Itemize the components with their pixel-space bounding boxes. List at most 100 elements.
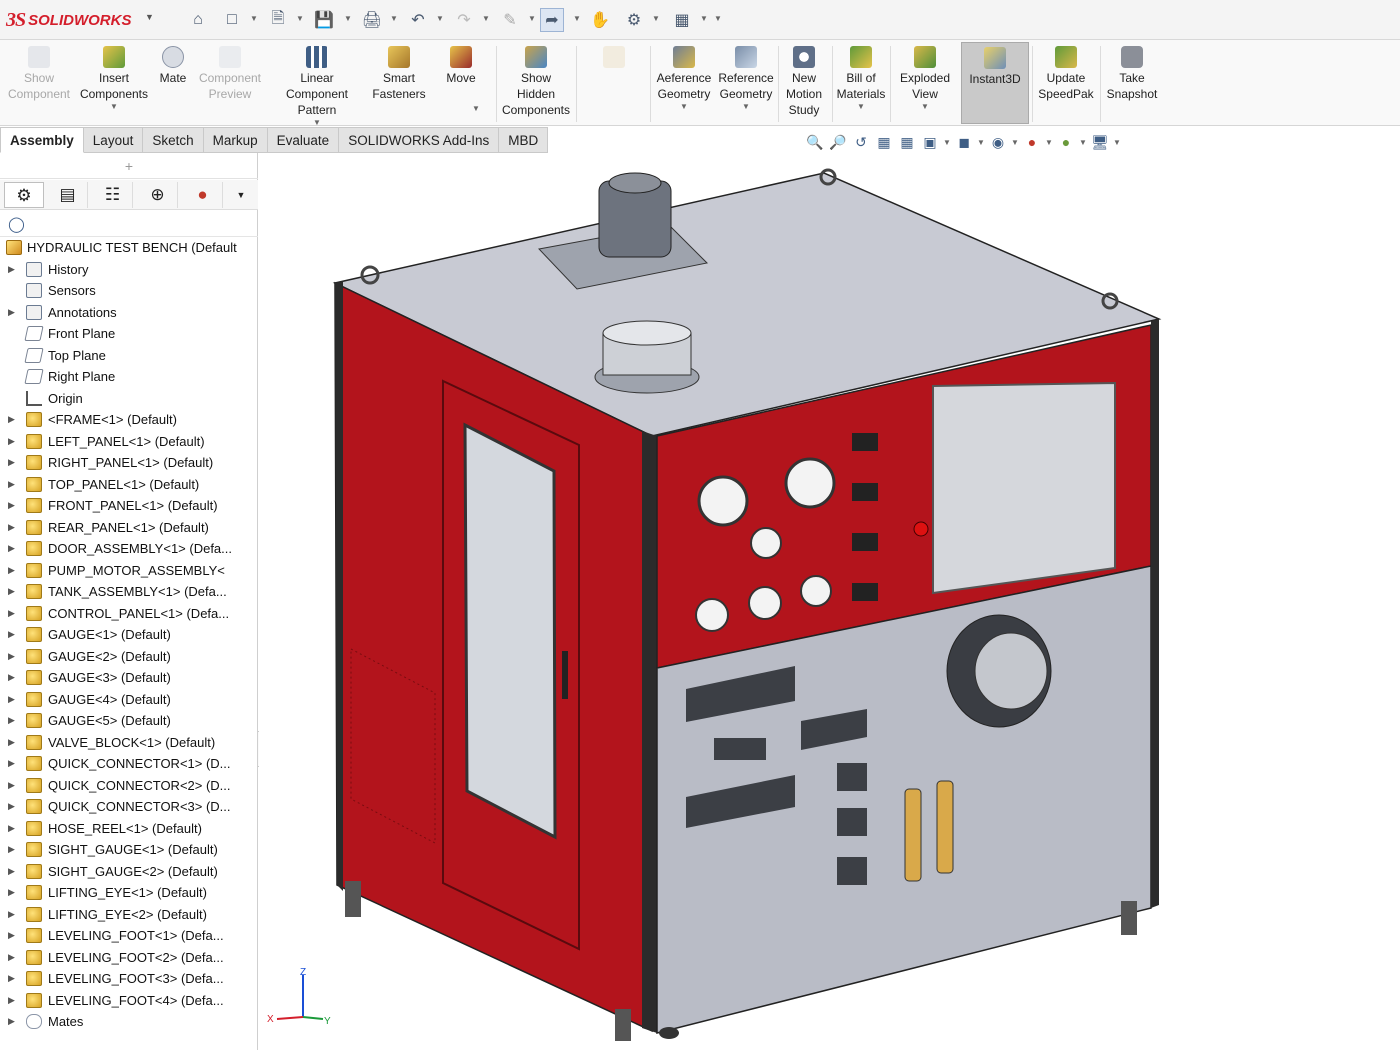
expand-arrow-icon[interactable]: ▶ bbox=[8, 839, 15, 860]
tree-item[interactable]: Origin bbox=[0, 388, 258, 409]
expand-arrow-icon[interactable]: ▶ bbox=[8, 452, 15, 473]
undo-icon[interactable]: ↶ bbox=[406, 8, 430, 32]
tabs-overflow-icon[interactable]: ▼ bbox=[228, 182, 254, 208]
edit-appearance-icon[interactable]: ● bbox=[1022, 133, 1042, 151]
property-manager-tab-icon[interactable]: ▤ bbox=[48, 182, 88, 208]
view-settings-dropdown-icon[interactable]: ▼ bbox=[1113, 138, 1121, 147]
tree-item[interactable]: ▶ QUICK_CONNECTOR<2> (D... bbox=[0, 775, 258, 796]
tree-item[interactable]: ▶ FRONT_PANEL<1> (Default) bbox=[0, 495, 258, 516]
expand-arrow-icon[interactable]: ▶ bbox=[8, 1011, 15, 1032]
tree-item[interactable]: ▶ Annotations bbox=[0, 302, 258, 323]
rebuild-icon[interactable]: ✎ bbox=[498, 8, 522, 32]
expand-arrow-icon[interactable]: ▶ bbox=[8, 646, 15, 667]
insert-components-button[interactable]: Insert Components ▼ bbox=[76, 42, 152, 124]
reference-geometry-button[interactable]: Reference Geometry ▼ bbox=[716, 42, 776, 124]
expand-arrow-icon[interactable]: ▶ bbox=[8, 796, 15, 817]
expand-arrow-icon[interactable]: ▶ bbox=[8, 495, 15, 516]
dropdown-arrow-icon[interactable]: ▼ bbox=[654, 102, 714, 112]
undo-dropdown-icon[interactable]: ▼ bbox=[436, 14, 444, 23]
tab-evaluate[interactable]: Evaluate bbox=[267, 127, 340, 153]
expand-arrow-icon[interactable]: ▶ bbox=[8, 710, 15, 731]
hydraulic-test-bench-model[interactable]: Z X Y bbox=[259, 153, 1400, 1050]
tree-item[interactable]: ▶ LIFTING_EYE<1> (Default) bbox=[0, 882, 258, 903]
view-orientation-dropdown-icon[interactable]: ▼ bbox=[943, 138, 951, 147]
move-component-button[interactable]: Move ▼ bbox=[430, 42, 492, 124]
expand-arrow-icon[interactable]: ▶ bbox=[8, 861, 15, 882]
view-orientation-icon[interactable]: ▣ bbox=[920, 133, 940, 151]
new-document-icon[interactable]: □ bbox=[220, 8, 244, 32]
assembly-features-button[interactable]: Aeference Geometry ▼ bbox=[654, 42, 714, 124]
tab-assembly[interactable]: Assembly bbox=[0, 127, 84, 153]
expand-arrow-icon[interactable]: ▶ bbox=[8, 538, 15, 559]
zoom-to-fit-icon[interactable]: 🔍 bbox=[805, 133, 825, 151]
zoom-to-area-icon[interactable]: 🔎 bbox=[828, 133, 848, 151]
apply-scene-icon[interactable]: ● bbox=[1056, 133, 1076, 151]
print-icon[interactable]: 🖨 bbox=[360, 8, 384, 32]
expand-arrow-icon[interactable]: ▶ bbox=[8, 732, 15, 753]
expand-arrow-icon[interactable]: ▶ bbox=[8, 689, 15, 710]
expand-arrow-icon[interactable]: ▶ bbox=[8, 947, 15, 968]
smart-fasteners-button[interactable]: Smart Fasteners bbox=[370, 42, 428, 124]
tree-item[interactable]: ▶ SIGHT_GAUGE<1> (Default) bbox=[0, 839, 258, 860]
feature-filter[interactable]: ◯ bbox=[0, 211, 258, 237]
expand-arrow-icon[interactable]: ▶ bbox=[8, 667, 15, 688]
tree-item[interactable]: Sensors bbox=[0, 280, 258, 301]
tree-item[interactable]: Front Plane bbox=[0, 323, 258, 344]
expand-arrow-icon[interactable]: ▶ bbox=[8, 882, 15, 903]
expand-arrow-icon[interactable]: ▶ bbox=[8, 990, 15, 1011]
dimxpert-tab-icon[interactable]: ⊕ bbox=[138, 182, 178, 208]
show-hidden-components-button[interactable]: Show Hidden Components bbox=[500, 42, 572, 124]
expand-arrow-icon[interactable]: ▶ bbox=[8, 753, 15, 774]
exploded-view-button[interactable]: Exploded View ▼ bbox=[894, 42, 956, 124]
save-icon[interactable]: 💾 bbox=[312, 8, 336, 32]
display-manager-tab-icon[interactable]: ● bbox=[183, 182, 223, 208]
expand-arrow-icon[interactable]: ▶ bbox=[8, 603, 15, 624]
print-dropdown-icon[interactable]: ▼ bbox=[390, 14, 398, 23]
expand-arrow-icon[interactable]: ▶ bbox=[8, 818, 15, 839]
dynamic-annotation-icon[interactable]: ▦ bbox=[897, 133, 917, 151]
menu-expand-icon[interactable]: ▼ bbox=[145, 12, 154, 22]
select-dropdown-icon[interactable]: ▼ bbox=[573, 14, 581, 23]
expand-arrow-icon[interactable]: ▶ bbox=[8, 904, 15, 925]
tree-item[interactable]: ▶ SIGHT_GAUGE<2> (Default) bbox=[0, 861, 258, 882]
redo-dropdown-icon[interactable]: ▼ bbox=[482, 14, 490, 23]
appearance-dropdown-icon[interactable]: ▼ bbox=[1045, 138, 1053, 147]
tree-root-assembly[interactable]: HYDRAULIC TEST BENCH (Default bbox=[0, 237, 258, 258]
tree-item[interactable]: Top Plane bbox=[0, 345, 258, 366]
dropdown-arrow-icon[interactable]: ▼ bbox=[460, 104, 492, 114]
expand-arrow-icon[interactable]: ▶ bbox=[8, 431, 15, 452]
customize-icon[interactable]: ▦ bbox=[670, 8, 694, 32]
expand-arrow-icon[interactable]: ▶ bbox=[8, 259, 15, 280]
tree-item[interactable]: ▶ History bbox=[0, 259, 258, 280]
tree-item[interactable]: ▶ HOSE_REEL<1> (Default) bbox=[0, 818, 258, 839]
filter-icon[interactable]: ◯ bbox=[8, 215, 25, 233]
expand-arrow-icon[interactable]: ▶ bbox=[8, 968, 15, 989]
tree-item[interactable]: ▶ LEVELING_FOOT<1> (Defa... bbox=[0, 925, 258, 946]
unknown-disabled-button[interactable] bbox=[596, 42, 632, 124]
mate-button[interactable]: Mate bbox=[154, 42, 192, 124]
tree-item[interactable]: ▶ GAUGE<5> (Default) bbox=[0, 710, 258, 731]
dropdown-arrow-icon[interactable]: ▼ bbox=[894, 102, 956, 112]
tree-item[interactable]: ▶ LIFTING_EYE<2> (Default) bbox=[0, 904, 258, 925]
redo-icon[interactable]: ↷ bbox=[452, 8, 476, 32]
save-dropdown-icon[interactable]: ▼ bbox=[344, 14, 352, 23]
show-component-button[interactable]: Show Component bbox=[4, 42, 74, 124]
expand-arrow-icon[interactable]: ▶ bbox=[8, 409, 15, 430]
tree-item[interactable]: ▶ LEVELING_FOOT<4> (Defa... bbox=[0, 990, 258, 1011]
expand-arrow-icon[interactable]: ▶ bbox=[8, 925, 15, 946]
home-icon[interactable]: ⌂ bbox=[186, 8, 210, 32]
update-speedpak-button[interactable]: Update SpeedPak bbox=[1034, 42, 1098, 124]
instant3d-button[interactable]: Instant3D bbox=[961, 42, 1029, 124]
tree-item[interactable]: ▶ <FRAME<1> (Default) bbox=[0, 409, 258, 430]
tree-item[interactable]: ▶ LEFT_PANEL<1> (Default) bbox=[0, 431, 258, 452]
scene-dropdown-icon[interactable]: ▼ bbox=[1079, 138, 1087, 147]
view-settings-icon[interactable]: 🖥 bbox=[1090, 133, 1110, 151]
tree-item[interactable]: ▶ Mates bbox=[0, 1011, 258, 1032]
expand-arrow-icon[interactable]: ▶ bbox=[8, 560, 15, 581]
display-style-dropdown-icon[interactable]: ▼ bbox=[977, 138, 985, 147]
file-properties-icon[interactable]: ✋ bbox=[588, 8, 612, 32]
solidworks-logo[interactable]: 3S SOLIDWORKS bbox=[6, 9, 131, 31]
display-style-icon[interactable]: ◼ bbox=[954, 133, 974, 151]
new-motion-study-button[interactable]: New Motion Study bbox=[780, 42, 828, 124]
customize-dropdown-icon[interactable]: ▼ bbox=[700, 14, 708, 23]
